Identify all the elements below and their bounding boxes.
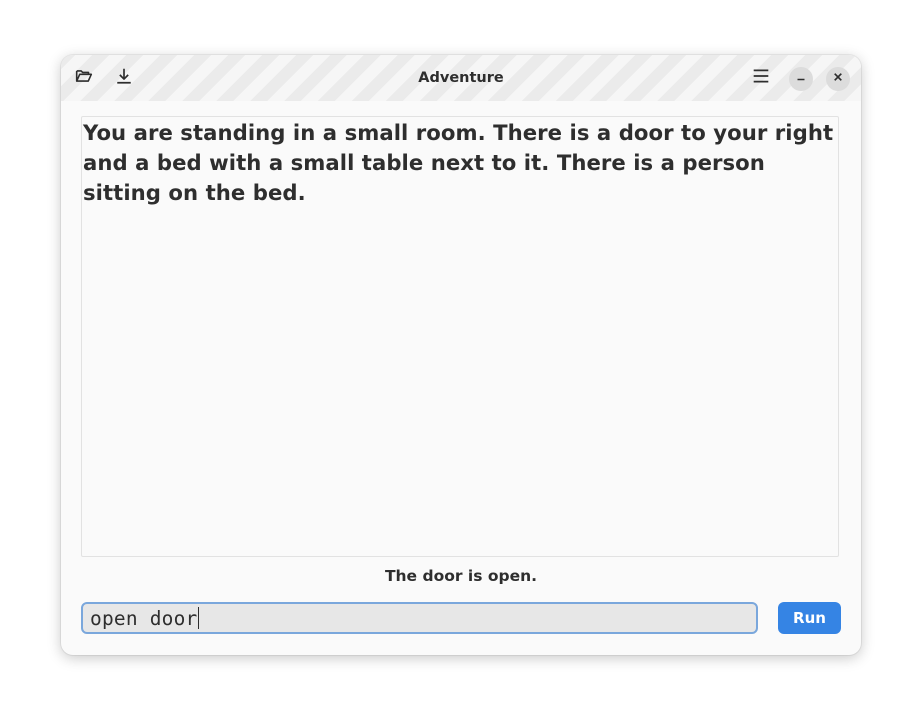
save-button[interactable] [109,63,139,93]
command-input[interactable]: open door [81,602,758,634]
command-input-value: open door [90,606,198,630]
status-message: The door is open. [384,567,538,585]
open-file-button[interactable] [69,63,99,93]
run-button[interactable]: Run [778,602,841,634]
close-icon [832,70,844,88]
app-window: Adventure You are standing in a small ro… [61,55,861,655]
hamburger-menu-icon [752,67,770,90]
close-button[interactable] [826,67,850,91]
header-bar: Adventure [61,55,861,101]
text-caret [198,607,200,629]
main-menu-button[interactable] [746,63,776,93]
download-icon [115,67,133,90]
folder-open-icon [75,67,93,90]
story-text-view[interactable]: You are standing in a small room. There … [81,116,839,557]
minimize-icon [795,70,807,88]
window-title: Adventure [418,70,504,86]
minimize-button[interactable] [789,67,813,91]
story-text: You are standing in a small room. There … [83,120,834,205]
